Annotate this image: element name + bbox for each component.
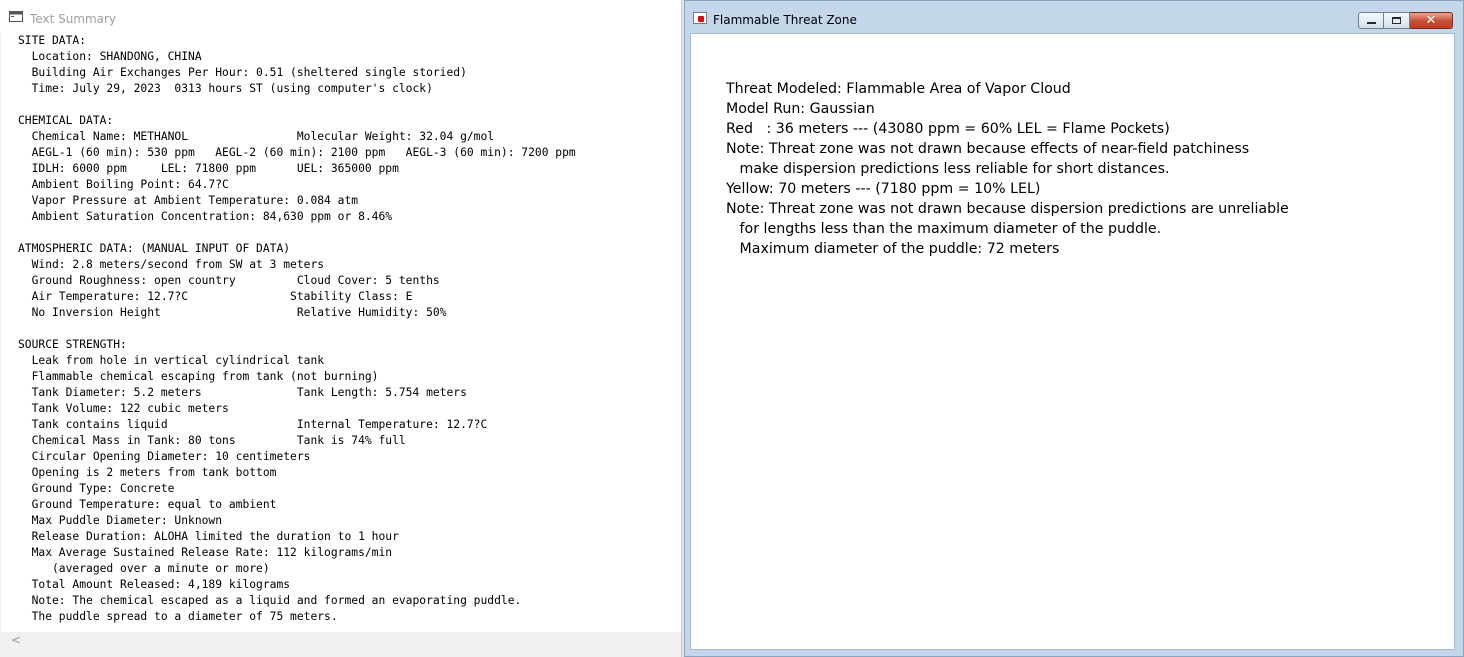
summary-line: Release Duration: ALOHA limited the dura…	[18, 530, 399, 543]
close-icon: ✕	[1425, 13, 1437, 28]
text-summary-title: Text Summary	[30, 12, 117, 26]
threat-line: Note: Threat zone was not drawn because …	[726, 201, 1289, 217]
threat-line: Maximum diameter of the puddle: 72 meter…	[726, 241, 1060, 257]
threat-line: Yellow: 70 meters --- (7180 ppm = 10% LE…	[726, 181, 1041, 197]
threat-zone-content: Threat Modeled: Flammable Area of Vapor …	[690, 33, 1455, 650]
summary-line: Ambient Saturation Concentration: 84,630…	[18, 210, 393, 223]
summary-line: Vapor Pressure at Ambient Temperature: 0…	[18, 194, 359, 207]
summary-line: SITE DATA:	[18, 34, 87, 47]
summary-line	[18, 225, 681, 241]
summary-line: SOURCE STRENGTH:	[18, 338, 127, 351]
horizontal-scrollbar[interactable]: <	[1, 632, 681, 649]
minimize-button[interactable]	[1358, 12, 1384, 29]
text-summary-titlebar[interactable]: Text Summary	[0, 0, 681, 33]
summary-line: Max Average Sustained Release Rate: 112 …	[18, 546, 393, 559]
maximize-button[interactable]	[1384, 12, 1410, 29]
summary-line: Chemical Name: METHANOL Molecular Weight…	[18, 130, 495, 143]
summary-line: Tank Volume: 122 cubic meters	[18, 402, 229, 415]
summary-line: Location: SHANDONG, CHINA	[18, 50, 202, 63]
summary-line: Ground Roughness: open country Cloud Cov…	[18, 274, 440, 287]
summary-line: Max Puddle Diameter: Unknown	[18, 514, 223, 527]
summary-line: (averaged over a minute or more)	[18, 562, 270, 575]
summary-line: Wind: 2.8 meters/second from SW at 3 met…	[18, 258, 325, 271]
summary-line: Building Air Exchanges Per Hour: 0.51 (s…	[18, 66, 467, 79]
text-summary-body: SITE DATA: Location: SHANDONG, CHINA Bui…	[1, 33, 681, 625]
flammable-threat-zone-window: Flammable Threat Zone ✕ Threat Modeled: …	[684, 0, 1464, 657]
threat-line: Model Run: Gaussian	[726, 101, 875, 117]
text-summary-window: Text Summary SITE DATA: Location: SHANDO…	[0, 0, 682, 657]
summary-line: AEGL-1 (60 min): 530 ppm AEGL-2 (60 min)…	[18, 146, 576, 159]
summary-line: IDLH: 6000 ppm LEL: 71800 ppm UEL: 36500…	[18, 162, 399, 175]
summary-line	[18, 321, 681, 337]
threat-zone-text: Threat Modeled: Flammable Area of Vapor …	[726, 79, 1289, 259]
summary-line	[18, 97, 681, 113]
summary-line: The puddle spread to a diameter of 75 me…	[18, 610, 338, 623]
summary-line: Chemical Mass in Tank: 80 tons Tank is 7…	[18, 434, 406, 447]
close-button[interactable]: ✕	[1410, 12, 1453, 29]
summary-line: Note: The chemical escaped as a liquid a…	[18, 594, 522, 607]
text-summary-content[interactable]: SITE DATA: Location: SHANDONG, CHINA Bui…	[1, 33, 681, 632]
threat-line: Note: Threat zone was not drawn because …	[726, 141, 1250, 157]
window-controls: ✕	[1358, 12, 1453, 30]
threat-line: for lengths less than the maximum diamet…	[726, 221, 1162, 237]
summary-line: Total Amount Released: 4,189 kilograms	[18, 578, 291, 591]
maximize-icon	[1392, 17, 1401, 24]
scroll-left-arrow-icon[interactable]: <	[11, 632, 21, 649]
summary-line: Ambient Boiling Point: 64.7?C	[18, 178, 229, 191]
summary-line: No Inversion Height Relative Humidity: 5…	[18, 306, 447, 319]
summary-line: Circular Opening Diameter: 10 centimeter…	[18, 450, 311, 463]
summary-line: ATMOSPHERIC DATA: (MANUAL INPUT OF DATA)	[18, 242, 291, 255]
threat-line: Red : 36 meters --- (43080 ppm = 60% LEL…	[726, 121, 1170, 137]
summary-line: Opening is 2 meters from tank bottom	[18, 466, 277, 479]
summary-line: CHEMICAL DATA:	[18, 114, 114, 127]
threat-window-icon	[693, 12, 707, 24]
summary-line: Time: July 29, 2023 0313 hours ST (using…	[18, 82, 433, 95]
threat-line: Threat Modeled: Flammable Area of Vapor …	[726, 81, 1071, 97]
summary-line: Leak from hole in vertical cylindrical t…	[18, 354, 325, 367]
summary-line: Tank Diameter: 5.2 meters Tank Length: 5…	[18, 386, 467, 399]
summary-line: Flammable chemical escaping from tank (n…	[18, 370, 379, 383]
summary-line: Ground Type: Concrete	[18, 482, 175, 495]
summary-line: Tank contains liquid Internal Temperatur…	[18, 418, 488, 431]
threat-line: make dispersion predictions less reliabl…	[726, 161, 1170, 177]
summary-line: Ground Temperature: equal to ambient	[18, 498, 277, 511]
minimize-icon	[1367, 22, 1376, 24]
threat-zone-titlebar[interactable]: Flammable Threat Zone ✕	[685, 1, 1463, 33]
threat-zone-title: Flammable Threat Zone	[713, 13, 857, 27]
window-icon	[9, 11, 23, 22]
summary-line: Air Temperature: 12.7?C Stability Class:…	[18, 290, 413, 303]
